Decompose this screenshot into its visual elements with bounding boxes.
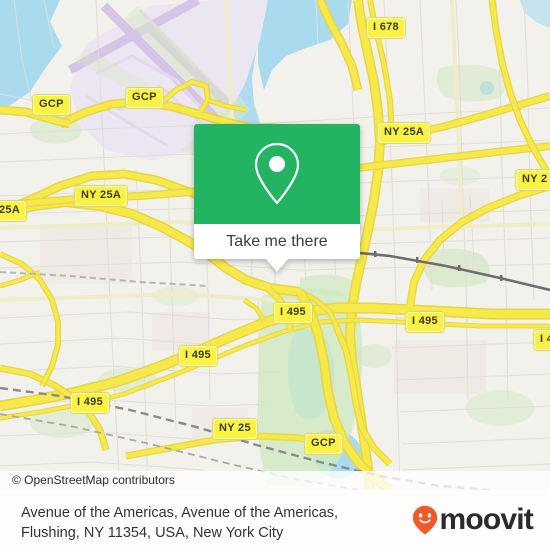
road-shield-gcp-3: GCP [304,433,343,455]
callout-footer[interactable]: Take me there [194,224,360,259]
take-me-there-label: Take me there [226,232,328,250]
location-callout-card[interactable]: Take me there [194,124,360,272]
location-caption-line1: Avenue of the Americas, Avenue of the Am… [21,505,339,521]
moovit-logo[interactable]: moovit [412,503,534,536]
road-shield-ny25: NY 25 [212,418,258,440]
moovit-wordmark: moovit [439,503,533,536]
osm-attribution[interactable]: © OpenStreetMap contributors [0,471,550,490]
road-shield-i495-3: I 495 [405,311,445,333]
road-shield-25a-clipped: 25A [0,200,28,222]
location-caption: Avenue of the Americas, Avenue of the Am… [21,503,396,543]
location-caption-line2: Flushing, NY 11354, USA, New York City [21,525,284,541]
road-shield-ny25a-1: NY 25A [376,122,432,144]
road-shield-i678: I 678 [366,17,406,39]
map-pin-icon [254,142,300,205]
callout-header [194,124,360,224]
road-shield-gcp-2: GCP [125,87,164,109]
road-shield-ny25a-2: NY 25A [73,185,129,207]
callout-pointer-tail [265,258,289,272]
moovit-map-screenshot: GCP GCP I 678 NY 25A NY 25A 25A NY 2 I 4… [0,0,550,550]
road-shield-ny25-clipped: NY 2 [514,169,550,191]
callout-body: Take me there [194,124,360,259]
footer-bar: Avenue of the Americas, Avenue of the Am… [0,490,550,550]
road-shield-i495-4: I 495 [70,392,110,414]
road-shield-gcp-1: GCP [32,94,71,116]
moovit-smiley-pin-icon [413,505,438,535]
road-shield-i495-2: I 495 [178,345,218,367]
road-shield-i495-clipped: I 4 [532,329,550,351]
map-canvas[interactable]: GCP GCP I 678 NY 25A NY 25A 25A NY 2 I 4… [0,0,550,490]
road-shield-i495-1: I 495 [273,302,313,324]
